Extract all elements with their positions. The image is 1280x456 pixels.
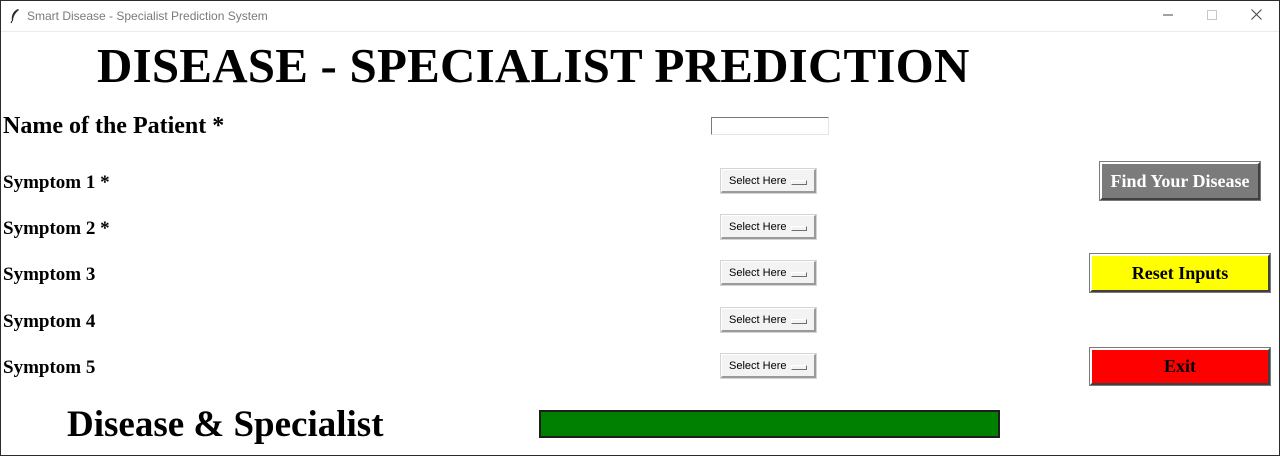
symptom-2-label: Symptom 2 * (3, 218, 110, 239)
close-icon (1250, 7, 1262, 25)
symptom-4-label: Symptom 4 (3, 311, 96, 332)
option-menu-indicator-icon (791, 272, 807, 277)
disease-specialist-output (539, 410, 1000, 438)
option-menu-indicator-icon (791, 319, 807, 324)
maximize-icon (1207, 7, 1217, 25)
symptom-5-label: Symptom 5 (3, 357, 96, 378)
title-bar[interactable]: Smart Disease - Specialist Prediction Sy… (1, 1, 1279, 32)
symptom-1-label: Symptom 1 * (3, 172, 110, 193)
symptom-4-dropdown[interactable]: Select Here (721, 308, 816, 332)
symptom-3-dropdown[interactable]: Select Here (721, 261, 816, 285)
reset-inputs-button[interactable]: Reset Inputs (1090, 254, 1270, 292)
page-title: DISEASE - SPECIALIST PREDICTION (97, 38, 970, 93)
exit-button[interactable]: Exit (1090, 348, 1270, 385)
symptom-3-label: Symptom 3 (3, 264, 96, 285)
minimize-icon (1163, 7, 1173, 25)
patient-name-input[interactable] (711, 117, 829, 135)
maximize-button[interactable] (1190, 1, 1234, 31)
option-menu-indicator-icon (791, 180, 807, 185)
symptom-2-dropdown[interactable]: Select Here (721, 215, 816, 239)
symptom-2-selected: Select Here (729, 221, 787, 233)
app-window: Smart Disease - Specialist Prediction Sy… (0, 0, 1280, 456)
minimize-button[interactable] (1146, 1, 1190, 31)
close-button[interactable] (1234, 1, 1278, 31)
feather-icon (9, 8, 21, 24)
patient-name-label: Name of the Patient * (3, 113, 225, 139)
option-menu-indicator-icon (791, 365, 807, 370)
find-disease-button[interactable]: Find Your Disease (1100, 162, 1260, 200)
window-title: Smart Disease - Specialist Prediction Sy… (27, 9, 268, 23)
symptom-1-selected: Select Here (729, 175, 787, 187)
symptom-5-dropdown[interactable]: Select Here (721, 354, 816, 378)
disease-specialist-label: Disease & Specialist (67, 404, 384, 445)
option-menu-indicator-icon (791, 226, 807, 231)
symptom-1-dropdown[interactable]: Select Here (721, 169, 816, 193)
symptom-4-selected: Select Here (729, 314, 787, 326)
symptom-5-selected: Select Here (729, 360, 787, 372)
symptom-3-selected: Select Here (729, 267, 787, 279)
